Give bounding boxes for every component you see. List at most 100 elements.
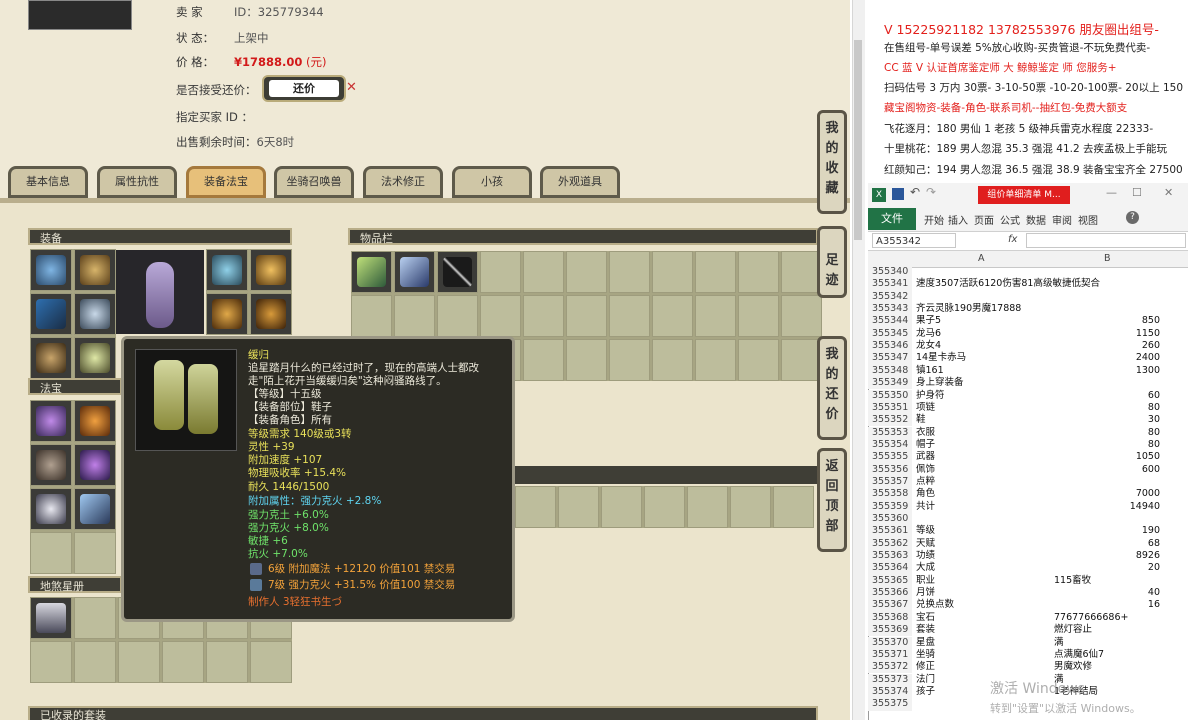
ribbon-tab-page[interactable]: 页面 bbox=[974, 212, 994, 227]
row-number[interactable]: 355341 bbox=[868, 278, 912, 291]
equip-slot-helmet[interactable] bbox=[30, 249, 72, 291]
ribbon-tab-home[interactable]: 开始 bbox=[924, 212, 944, 227]
inventory-slot[interactable] bbox=[601, 486, 642, 528]
inventory-slot[interactable] bbox=[652, 295, 693, 337]
inventory-slot[interactable] bbox=[394, 251, 435, 293]
equip-slot-armor[interactable] bbox=[74, 293, 116, 335]
fabao-slot[interactable] bbox=[30, 444, 72, 486]
inventory-slot[interactable] bbox=[695, 339, 736, 381]
excel-row[interactable]: 355364 大成 20 bbox=[868, 562, 1188, 575]
dishaxing-slot[interactable] bbox=[118, 641, 160, 683]
inventory-slot[interactable] bbox=[738, 295, 779, 337]
dishaxing-slot[interactable] bbox=[74, 641, 116, 683]
excel-row[interactable]: 355365 职业 115畜牧 bbox=[868, 574, 1188, 588]
cell-a[interactable]: 龙女4 bbox=[916, 340, 941, 352]
column-b-header[interactable]: B bbox=[1104, 253, 1111, 264]
cell-b[interactable]: 68 bbox=[1148, 538, 1160, 550]
inventory-slot[interactable] bbox=[738, 339, 779, 381]
inventory-slot[interactable] bbox=[609, 339, 650, 381]
tab-appearance[interactable]: 外观道具 bbox=[540, 166, 620, 198]
row-number[interactable]: 355373 bbox=[868, 673, 912, 686]
row-number[interactable]: 355358 bbox=[868, 488, 912, 501]
row-number[interactable]: 355362 bbox=[868, 537, 912, 550]
cell-b[interactable]: 40 bbox=[1148, 587, 1160, 599]
inventory-slot[interactable] bbox=[609, 295, 650, 337]
cell-b[interactable]: 8926 bbox=[1136, 550, 1160, 562]
row-number[interactable]: 355357 bbox=[868, 475, 912, 489]
equip-slot-weapon[interactable] bbox=[74, 249, 116, 291]
inventory-slot[interactable] bbox=[566, 295, 607, 337]
row-number[interactable]: 355346 bbox=[868, 340, 912, 353]
row-number[interactable]: 355363 bbox=[868, 550, 912, 563]
row-number[interactable]: 355365 bbox=[868, 574, 912, 588]
cell-a[interactable]: 齐云灵脉190男魔17888 bbox=[916, 303, 1021, 315]
row-number[interactable]: 355355 bbox=[868, 451, 912, 464]
equip-slot-ring[interactable] bbox=[206, 293, 248, 335]
my-counter-offers-button[interactable]: 我的还价 bbox=[817, 336, 847, 440]
inventory-slot[interactable] bbox=[781, 295, 822, 337]
excel-row[interactable]: 355343 齐云灵脉190男魔17888 bbox=[868, 303, 1188, 316]
row-number[interactable]: 355364 bbox=[868, 562, 912, 575]
excel-row[interactable]: 355368 宝石 77677666686+ bbox=[868, 611, 1188, 625]
row-number[interactable]: 355366 bbox=[868, 587, 912, 600]
inventory-slot[interactable] bbox=[558, 486, 599, 528]
row-number[interactable]: 355352 bbox=[868, 414, 912, 427]
equip-slot-shoes[interactable] bbox=[74, 337, 116, 379]
excel-row[interactable]: 355348 镇161 1300 bbox=[868, 364, 1188, 378]
row-number[interactable]: 355343 bbox=[868, 303, 912, 316]
fabao-slot[interactable] bbox=[74, 532, 116, 574]
inventory-slot[interactable] bbox=[644, 486, 685, 528]
inventory-slot[interactable] bbox=[773, 486, 814, 528]
excel-row[interactable]: 355349 身上穿装备 bbox=[868, 377, 1188, 390]
cell-b[interactable]: 16 bbox=[1148, 599, 1160, 611]
cell-b[interactable]: 燃灯容止 bbox=[1054, 624, 1092, 636]
row-number[interactable]: 355351 bbox=[868, 401, 912, 415]
row-number[interactable]: 355347 bbox=[868, 352, 912, 365]
excel-row[interactable]: 355359 共计 14940 bbox=[868, 500, 1188, 513]
cell-a[interactable]: 坐骑 bbox=[916, 649, 935, 661]
tab-children[interactable]: 小孩 bbox=[452, 166, 532, 198]
formula-input[interactable] bbox=[1026, 233, 1186, 248]
excel-row[interactable]: 355351 项链 80 bbox=[868, 401, 1188, 415]
row-number[interactable]: 355372 bbox=[868, 661, 912, 674]
cell-b[interactable]: 1300 bbox=[1136, 365, 1160, 377]
cell-a[interactable]: 大成 bbox=[916, 562, 935, 574]
inventory-slot[interactable] bbox=[351, 251, 392, 293]
excel-row[interactable]: 355357 点粹 bbox=[868, 475, 1188, 489]
excel-row[interactable]: 355362 天赋 68 bbox=[868, 537, 1188, 550]
excel-row[interactable]: 355347 14星卡赤马 2400 bbox=[868, 352, 1188, 365]
tab-mounts-pets[interactable]: 坐骑召唤兽 bbox=[274, 166, 354, 198]
excel-row[interactable]: 355342 bbox=[868, 290, 1188, 303]
cell-a[interactable]: 等级 bbox=[916, 525, 935, 537]
cell-a[interactable]: 镇161 bbox=[916, 365, 944, 377]
cell-b[interactable]: 115畜牧 bbox=[1054, 575, 1091, 587]
cell-a[interactable]: 果子5 bbox=[916, 315, 941, 327]
cell-a[interactable]: 鞋 bbox=[916, 414, 926, 426]
equip-slot-staff[interactable] bbox=[30, 293, 72, 335]
cell-a[interactable]: 14星卡赤马 bbox=[916, 352, 966, 364]
fabao-slot[interactable] bbox=[30, 532, 72, 574]
excel-row[interactable]: 355346 龙女4 260 bbox=[868, 340, 1188, 353]
excel-row[interactable]: 355367 兑换点数 16 bbox=[868, 599, 1188, 612]
inventory-slot[interactable] bbox=[781, 251, 822, 293]
column-a-header[interactable]: A bbox=[978, 253, 985, 264]
ribbon-tab-view[interactable]: 视图 bbox=[1078, 212, 1098, 227]
save-icon[interactable] bbox=[892, 188, 904, 200]
fx-icon[interactable]: fx bbox=[1008, 234, 1017, 245]
excel-row[interactable]: 355361 等级 190 bbox=[868, 525, 1188, 538]
cell-a[interactable]: 孩子 bbox=[916, 686, 935, 698]
cell-b[interactable]: 80 bbox=[1148, 402, 1160, 414]
excel-row[interactable]: 355345 龙马6 1150 bbox=[868, 327, 1188, 341]
excel-row[interactable]: 355358 角色 7000 bbox=[868, 488, 1188, 501]
dishaxing-slot[interactable] bbox=[74, 597, 116, 639]
footprint-button[interactable]: 足迹 bbox=[817, 226, 847, 298]
inventory-slot[interactable] bbox=[738, 251, 779, 293]
inventory-slot[interactable] bbox=[523, 251, 564, 293]
cell-a[interactable]: 共计 bbox=[916, 501, 935, 513]
cell-b[interactable]: 850 bbox=[1142, 315, 1160, 327]
cell-a[interactable]: 天赋 bbox=[916, 538, 935, 550]
inventory-slot[interactable] bbox=[480, 251, 521, 293]
cell-b[interactable]: 14940 bbox=[1130, 501, 1160, 513]
cell-b[interactable]: 1050 bbox=[1136, 451, 1160, 463]
maximize-icon[interactable]: ☐ bbox=[1132, 186, 1142, 199]
